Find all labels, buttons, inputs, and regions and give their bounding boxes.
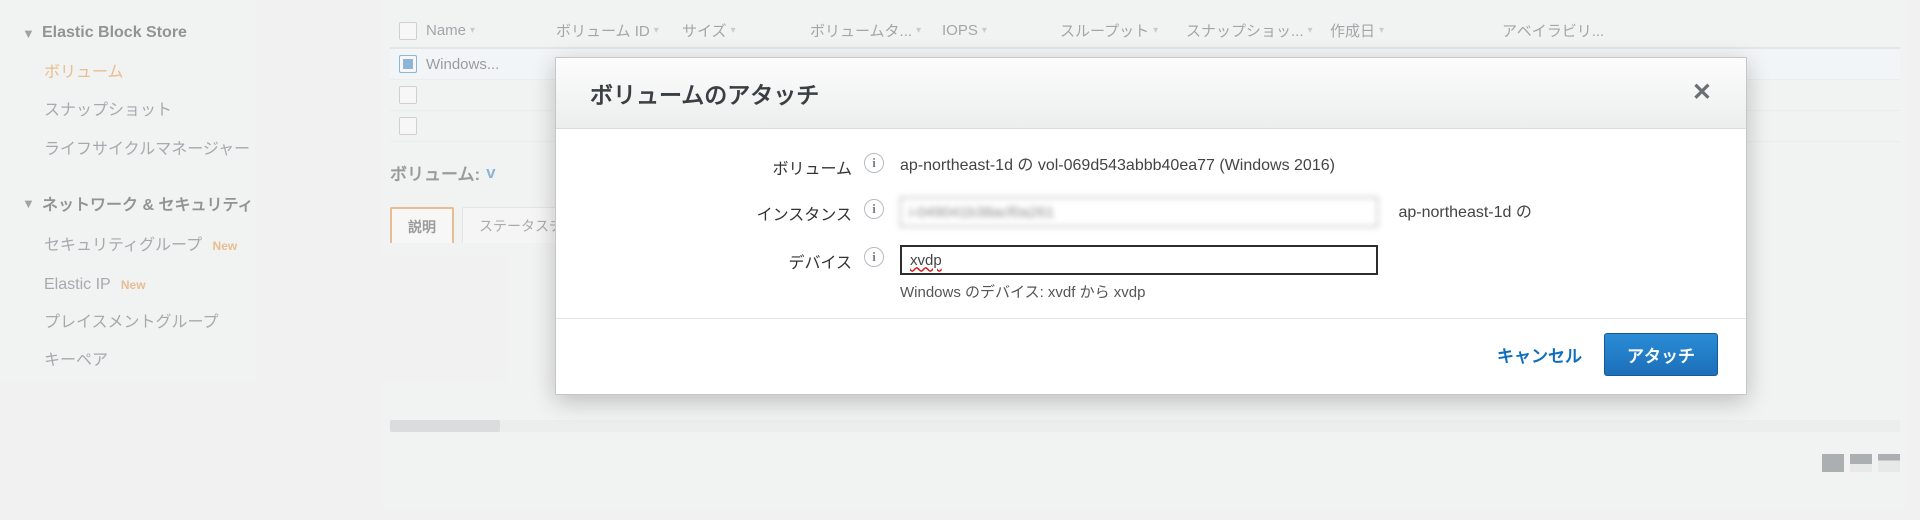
layout-split-icon[interactable] (1850, 454, 1872, 472)
col-header-name[interactable]: Name ▾ (426, 22, 556, 39)
modal-body: ボリューム i ap-northeast-1d の vol-069d543abb… (556, 129, 1746, 318)
col-header-label: IOPS (942, 22, 978, 39)
instance-input[interactable] (900, 197, 1378, 227)
col-header-throughput[interactable]: スループット ▾ (1060, 20, 1186, 41)
sidebar-item-security-groups[interactable]: セキュリティグループ New (22, 227, 280, 265)
sidebar-item-label: ボリューム (44, 64, 124, 81)
sidebar-item-key-pairs[interactable]: キーペア (22, 342, 280, 380)
caret-down-icon: ▼ (22, 26, 34, 41)
sidebar-group-network[interactable]: ▼ ネットワーク & セキュリティ (22, 191, 280, 215)
layout-detail-icon[interactable] (1878, 454, 1900, 472)
horizontal-scrollbar[interactable] (390, 420, 1900, 432)
col-header-label: ボリュームタ... (810, 20, 912, 41)
form-row-volume: ボリューム i ap-northeast-1d の vol-069d543abb… (590, 151, 1712, 179)
device-input-value: xvdp (910, 252, 942, 269)
info-icon[interactable]: i (864, 153, 884, 173)
tab-label: 説明 (408, 219, 436, 235)
form-row-instance: インスタンス i ap-northeast-1d の (590, 197, 1712, 227)
modal-title: ボリュームのアタッチ (590, 76, 819, 110)
sort-icon: ▾ (731, 25, 736, 36)
instance-suffix-text: ap-northeast-1d の (1398, 198, 1531, 222)
device-hint: Windows のデバイス: xvdf から xvdp (900, 281, 1712, 302)
sort-icon: ▾ (1153, 25, 1158, 36)
sidebar-item-elastic-ip[interactable]: Elastic IP New (22, 266, 280, 304)
sort-icon: ▾ (1379, 25, 1384, 36)
new-badge: New (121, 278, 146, 292)
sidebar-group-label: Elastic Block Store (42, 24, 187, 42)
cell-name: Windows... (426, 56, 556, 73)
form-label-volume: ボリューム (590, 151, 852, 179)
col-header-snapshot[interactable]: スナップショッ... ▾ (1186, 20, 1330, 41)
sidebar-item-label: セキュリティグループ (44, 237, 202, 254)
attach-volume-modal: ボリュームのアタッチ ✕ ボリューム i ap-northeast-1d の v… (555, 57, 1747, 395)
col-header-created[interactable]: 作成日 ▾ (1330, 20, 1502, 41)
col-header-volume-id[interactable]: ボリューム ID ▾ (556, 20, 682, 41)
sidebar-item-label: ライフサイクルマネージャー (44, 141, 250, 158)
sidebar-item-label: プレイスメントグループ (44, 314, 219, 331)
sidebar-item-label: キーペア (44, 352, 108, 369)
sidebar-item-snapshots[interactable]: スナップショット (22, 92, 280, 130)
row-checkbox[interactable] (399, 55, 417, 73)
col-header-label: アベイラビリ... (1502, 20, 1604, 41)
col-header-size[interactable]: サイズ ▾ (682, 20, 810, 41)
form-row-device: デバイス i xvdp Windows のデバイス: xvdf から xvdp (590, 245, 1712, 302)
sort-icon: ▾ (1308, 25, 1313, 36)
attach-button[interactable]: アタッチ (1604, 333, 1718, 376)
col-header-label: スループット (1060, 20, 1149, 41)
sort-icon: ▾ (470, 25, 475, 36)
col-header-label: 作成日 (1330, 20, 1375, 41)
cancel-button[interactable]: キャンセル (1497, 342, 1582, 367)
sidebar: ▼ Elastic Block Store ボリューム スナップショット ライフ… (0, 0, 290, 520)
modal-footer: キャンセル アタッチ (556, 318, 1746, 394)
col-header-label: Name (426, 22, 466, 39)
table-header-row: Name ▾ ボリューム ID ▾ サイズ ▾ ボリュームタ... ▾ IOPS ▾ スル… (390, 14, 1900, 49)
detail-prefix: ボリューム: (390, 160, 480, 185)
panel-layout-icons (1822, 454, 1900, 472)
close-icon[interactable]: ✕ (1692, 81, 1712, 105)
form-label-device: デバイス (590, 245, 852, 273)
sidebar-item-lifecycle[interactable]: ライフサイクルマネージャー (22, 131, 280, 169)
sidebar-item-label: スナップショット (44, 102, 172, 119)
sidebar-group-label: ネットワーク & セキュリティ (42, 191, 254, 215)
form-label-instance: インスタンス (590, 197, 852, 225)
sort-icon: ▾ (982, 25, 987, 36)
detail-value: v (486, 163, 495, 183)
col-header-type[interactable]: ボリュームタ... ▾ (810, 20, 942, 41)
modal-header: ボリュームのアタッチ ✕ (556, 58, 1746, 129)
info-icon[interactable]: i (864, 199, 884, 219)
info-icon[interactable]: i (864, 247, 884, 267)
new-badge: New (213, 239, 238, 253)
layout-single-icon[interactable] (1822, 454, 1844, 472)
select-all-checkbox[interactable] (399, 22, 417, 40)
sort-icon: ▾ (916, 25, 921, 36)
row-checkbox[interactable] (399, 86, 417, 104)
col-header-label: スナップショッ... (1186, 20, 1304, 41)
tab-description[interactable]: 説明 (390, 207, 454, 243)
sidebar-item-volumes[interactable]: ボリューム (22, 54, 280, 92)
caret-down-icon: ▼ (22, 196, 34, 211)
form-value-volume: ap-northeast-1d の vol-069d543abbb40ea77 … (900, 151, 1712, 175)
row-checkbox[interactable] (399, 117, 417, 135)
sort-icon: ▾ (654, 25, 659, 36)
col-header-iops[interactable]: IOPS ▾ (942, 22, 1060, 39)
sidebar-item-placement-groups[interactable]: プレイスメントグループ (22, 304, 280, 342)
device-input[interactable]: xvdp (900, 245, 1378, 275)
sidebar-item-label: Elastic IP (44, 276, 110, 293)
sidebar-group-ebs[interactable]: ▼ Elastic Block Store (22, 24, 280, 42)
col-header-label: ボリューム ID (556, 20, 650, 41)
col-header-az[interactable]: アベイラビリ... (1502, 20, 1642, 41)
col-header-label: サイズ (682, 20, 727, 41)
